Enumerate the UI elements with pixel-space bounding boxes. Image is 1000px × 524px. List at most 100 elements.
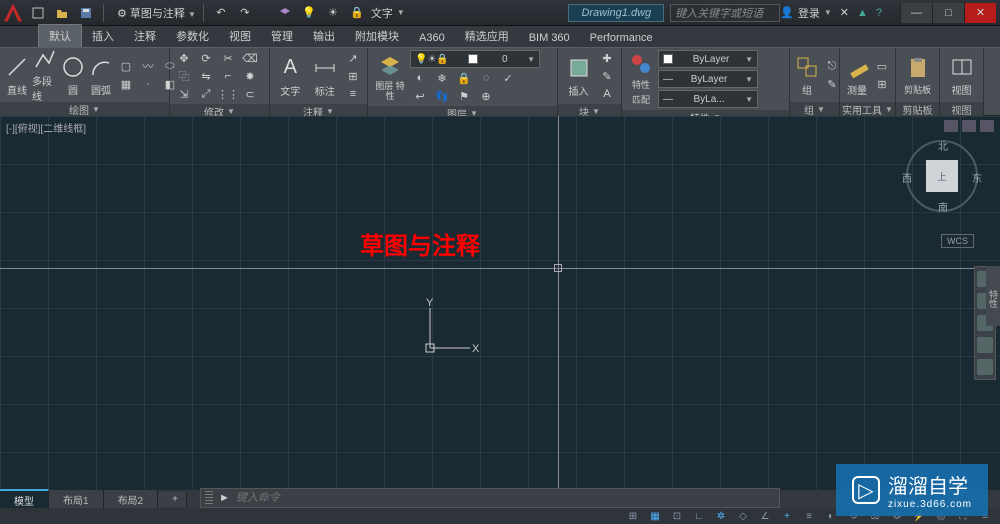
drawing-viewport[interactable]: [-][俯视][二维线框] X Y 草图与注释 上 北 南 东 西 WCS 特性 (0, 116, 1000, 490)
ribbon-tab-0[interactable]: 默认 (38, 24, 82, 47)
minimize-button[interactable]: — (900, 3, 932, 23)
ortho-toggle-icon[interactable]: ∟ (690, 509, 708, 523)
vp-minimize-icon[interactable] (944, 120, 958, 132)
rotate-icon[interactable]: ⟳ (196, 50, 216, 66)
point-icon[interactable]: · (138, 76, 158, 92)
view-cube[interactable]: 上 北 南 东 西 (906, 140, 978, 212)
explode-icon[interactable]: ✸ (240, 68, 260, 84)
dimension-button[interactable]: 标注 (309, 51, 342, 101)
maximize-button[interactable]: □ (932, 3, 964, 23)
command-input[interactable] (236, 492, 775, 504)
vp-close-icon[interactable] (980, 120, 994, 132)
layer-state-icon[interactable]: ⚑ (454, 88, 474, 104)
ungroup-icon[interactable]: ⎋ (822, 58, 842, 74)
layout-tab-布局1[interactable]: 布局1 (49, 490, 104, 509)
qat-new-icon[interactable] (28, 4, 48, 22)
view-base-button[interactable]: 视图 (944, 50, 979, 100)
exchange-icon[interactable]: ✕ (840, 6, 849, 19)
ribbon-tab-11[interactable]: Performance (580, 29, 663, 47)
offset-icon[interactable]: ⊂ (240, 86, 260, 102)
ribbon-tab-3[interactable]: 参数化 (166, 25, 219, 47)
spline-icon[interactable]: 〰 (138, 58, 158, 74)
workspace-selector[interactable]: ⚙ 草图与注释 ▼ (117, 5, 196, 21)
layout-tab-布局2[interactable]: 布局2 (104, 490, 159, 509)
polar-toggle-icon[interactable]: ✲ (712, 509, 730, 523)
help-search-input[interactable]: 键入关键字或短语 (670, 4, 780, 22)
leader-icon[interactable]: ↗ (343, 50, 363, 66)
array-icon[interactable]: ⋮⋮ (218, 86, 238, 102)
mirror-icon[interactable]: ⇋ (196, 68, 216, 84)
polyline-button[interactable]: 多段线 (32, 50, 58, 100)
side-tab-properties[interactable]: 特性 (986, 266, 1000, 326)
viewport-label[interactable]: [-][俯视][二维线框] (6, 120, 86, 135)
login-button[interactable]: 👤 登录 ▼ (780, 5, 832, 21)
close-button[interactable]: ✕ (964, 3, 996, 23)
document-tab[interactable]: Drawing1.dwg (568, 4, 664, 22)
layer-off-icon[interactable]: ◌ (476, 70, 496, 86)
block-attr-icon[interactable]: A (597, 86, 617, 102)
qat-bulb-icon[interactable]: 💡 (299, 4, 319, 22)
cmdline-grip-icon[interactable] (205, 491, 213, 505)
otrack-toggle-icon[interactable]: ∠ (756, 509, 774, 523)
lineweight-combo[interactable]: — ByLayer▼ (658, 70, 758, 88)
layer-properties-button[interactable]: 图层 特性 (372, 52, 408, 102)
ribbon-tab-9[interactable]: 精选应用 (455, 25, 519, 47)
measure-button[interactable]: 测量 (844, 50, 870, 100)
block-create-icon[interactable]: ✚ (597, 50, 617, 66)
nav-orbit-icon[interactable] (977, 337, 993, 353)
move-icon[interactable]: ✥ (174, 50, 194, 66)
table-icon[interactable]: ⊞ (343, 68, 363, 84)
group-edit-icon[interactable]: ✎ (822, 76, 842, 92)
line-button[interactable]: 直线 (4, 50, 30, 100)
command-line[interactable]: ► (200, 488, 780, 508)
layer-prev-icon[interactable]: ↩ (410, 88, 430, 104)
trim-icon[interactable]: ✂ (218, 50, 238, 66)
select-icon[interactable]: ▭ (872, 58, 892, 74)
help-icon[interactable]: ? (876, 7, 882, 19)
layer-freeze-icon[interactable]: ❄ (432, 70, 452, 86)
calc-icon[interactable]: ⊞ (872, 76, 892, 92)
properties-button[interactable]: 特性匹配 (626, 54, 656, 104)
ribbon-tab-8[interactable]: A360 (409, 29, 455, 47)
snap-toggle-icon[interactable]: ⊡ (668, 509, 686, 523)
insert-block-button[interactable]: 插入 (562, 51, 595, 101)
erase-icon[interactable]: ⌫ (240, 50, 260, 66)
layer-merge-icon[interactable]: ⊕ (476, 88, 496, 104)
stretch-icon[interactable]: ⇲ (174, 86, 194, 102)
ribbon-tab-4[interactable]: 视图 (219, 25, 261, 47)
ribbon-tab-10[interactable]: BIM 360 (519, 29, 580, 47)
ribbon-tab-5[interactable]: 管理 (261, 25, 303, 47)
osnap-toggle-icon[interactable]: ◇ (734, 509, 752, 523)
vp-restore-icon[interactable] (962, 120, 976, 132)
layout-add-button[interactable]: + (158, 492, 187, 507)
ribbon-tab-6[interactable]: 输出 (303, 25, 345, 47)
linetype-combo[interactable]: — ByLa...▼ (658, 90, 758, 108)
mtext-icon[interactable]: ≡ (343, 86, 363, 102)
layer-match-icon[interactable]: ✓ (498, 70, 518, 86)
circle-button[interactable]: 圆 (60, 50, 86, 100)
arc-button[interactable]: 圆弧 (88, 50, 114, 100)
layer-iso-icon[interactable]: ◐ (410, 70, 430, 86)
app-logo-icon[interactable] (4, 4, 22, 22)
ribbon-tab-7[interactable]: 附加模块 (345, 25, 409, 47)
rect-icon[interactable]: ▢ (116, 58, 136, 74)
scale-icon[interactable]: ⤢ (196, 86, 216, 102)
ribbon-tab-2[interactable]: 注释 (124, 25, 166, 47)
infocenter-icon[interactable]: ▲ (857, 7, 868, 19)
model-space-icon[interactable]: ⊞ (624, 509, 642, 523)
nav-showmotion-icon[interactable] (977, 359, 993, 375)
qat-lock-icon[interactable]: 🔒 (347, 4, 367, 22)
qat-layer-icon[interactable] (275, 4, 295, 22)
wcs-badge[interactable]: WCS (941, 234, 974, 248)
lineweight-icon[interactable]: ≡ (800, 509, 818, 523)
copy-icon[interactable]: ⿻ (174, 68, 194, 84)
qat-redo-icon[interactable]: ↷ (235, 4, 255, 22)
paste-button[interactable]: 剪贴板 (900, 50, 935, 100)
ribbon-tab-1[interactable]: 插入 (82, 25, 124, 47)
hatch-icon[interactable]: ▦ (116, 76, 136, 92)
group-button[interactable]: 组 (794, 50, 820, 100)
qat-style-combo[interactable]: 文字 (371, 5, 393, 21)
fillet-icon[interactable]: ⌐ (218, 68, 238, 84)
qat-open-icon[interactable] (52, 4, 72, 22)
qat-save-icon[interactable] (76, 4, 96, 22)
